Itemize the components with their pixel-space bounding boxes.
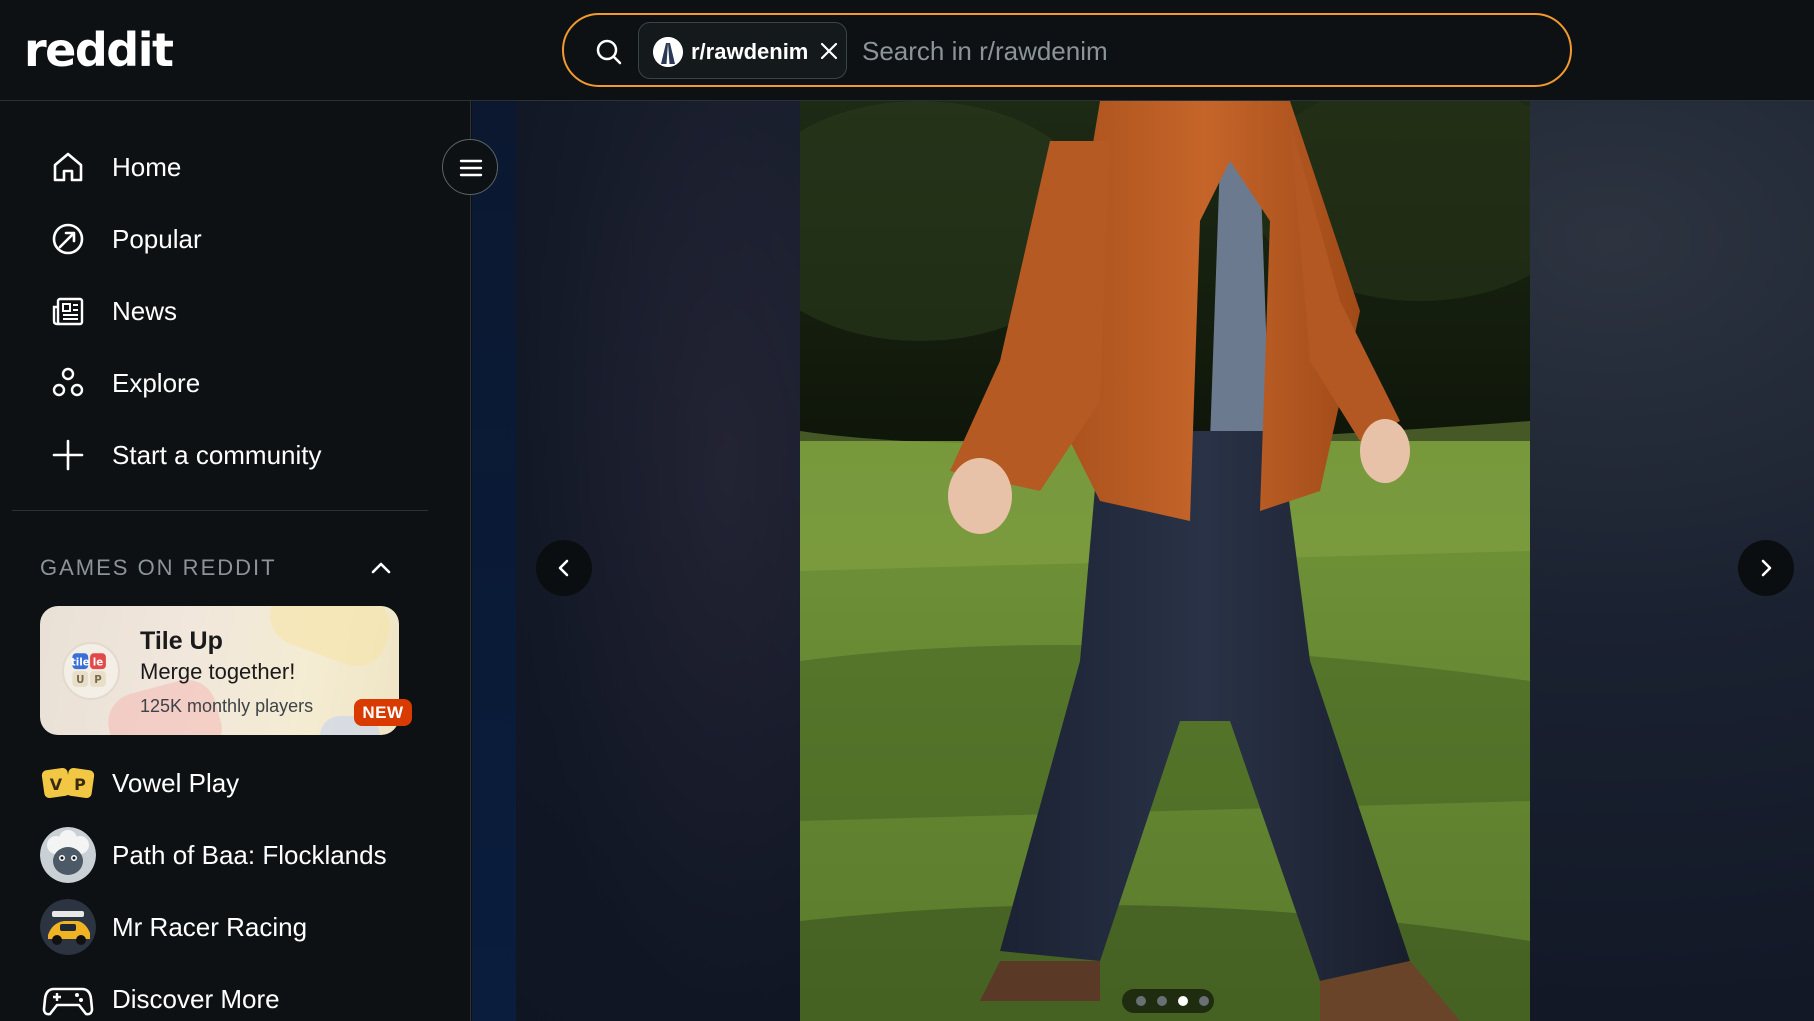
svg-text:P: P — [74, 775, 86, 794]
close-icon[interactable] — [819, 41, 839, 61]
sidebar-divider — [12, 510, 428, 511]
svg-text:V: V — [50, 775, 63, 794]
previous-image-button[interactable] — [536, 540, 592, 596]
game-vowel-play-label: Vowel Play — [112, 768, 240, 798]
home-icon — [53, 152, 83, 182]
featured-game-subtitle: Merge together! — [140, 659, 296, 684]
search-icon — [596, 39, 622, 65]
subreddit-scope-chip[interactable]: r/rawdenim — [638, 22, 847, 79]
carousel-indicator — [1122, 989, 1214, 1013]
featured-game-title: Tile Up — [140, 627, 223, 655]
nav-start-community-label: Start a community — [112, 440, 322, 470]
carousel-dot[interactable] — [1157, 996, 1167, 1006]
carousel-dot[interactable] — [1178, 996, 1188, 1006]
carousel-dot[interactable] — [1199, 996, 1209, 1006]
popular-icon — [52, 223, 84, 255]
chevron-left-icon — [558, 559, 569, 577]
reddit-logo[interactable]: reddit — [24, 22, 174, 78]
search-input[interactable]: Search in r/rawdenim — [862, 35, 1108, 67]
vowel-play-icon: V P — [40, 755, 96, 811]
discover-more-label: Discover More — [112, 984, 280, 1014]
left-sidebar: Home Popular News Explore Start a commun… — [0, 101, 471, 1021]
next-image-button[interactable] — [1738, 540, 1794, 596]
new-badge: NEW — [354, 699, 412, 726]
mr-racer-icon — [40, 899, 96, 955]
top-header: reddit r/rawdenim Search in r/rawdenim — [0, 0, 1814, 101]
post-media-viewer — [472, 101, 1814, 1021]
nav-home-label: Home — [112, 152, 182, 182]
nav-explore-label: Explore — [112, 368, 201, 398]
nav-news-label: News — [112, 296, 178, 326]
featured-game-players: 125K monthly players — [140, 696, 314, 716]
carousel-dot[interactable] — [1136, 996, 1146, 1006]
game-mr-racer-label: Mr Racer Racing — [112, 912, 308, 942]
tile-up-icon-text-top: tile — [71, 656, 90, 668]
search-bar[interactable]: r/rawdenim Search in r/rawdenim — [562, 13, 1572, 87]
svg-text:P: P — [94, 674, 102, 686]
chevron-right-icon — [1761, 559, 1772, 577]
path-of-baa-icon — [40, 827, 96, 883]
chevron-up-icon[interactable] — [368, 555, 394, 581]
menu-icon — [459, 159, 483, 177]
media-edge — [472, 101, 516, 1021]
gamepad-icon — [40, 971, 96, 1021]
explore-icon — [52, 367, 84, 397]
subreddit-avatar — [653, 37, 683, 67]
post-image[interactable] — [800, 101, 1530, 1021]
svg-text:le: le — [93, 656, 104, 668]
nav-popular-label: Popular — [112, 224, 202, 254]
games-section-title[interactable]: GAMES ON REDDIT — [40, 555, 277, 581]
plus-icon — [52, 439, 84, 471]
tile-up-icon: tile le U P — [62, 642, 120, 700]
post-image-illustration — [800, 101, 1530, 1021]
collapse-sidebar-button[interactable] — [442, 139, 498, 195]
game-path-of-baa-label: Path of Baa: Flocklands — [112, 840, 387, 870]
svg-text:U: U — [76, 674, 84, 686]
subreddit-chip-label: r/rawdenim — [691, 39, 809, 64]
news-icon — [52, 297, 84, 326]
featured-game-card[interactable]: tile le U P Tile Up Merge together! 125K… — [40, 606, 399, 735]
